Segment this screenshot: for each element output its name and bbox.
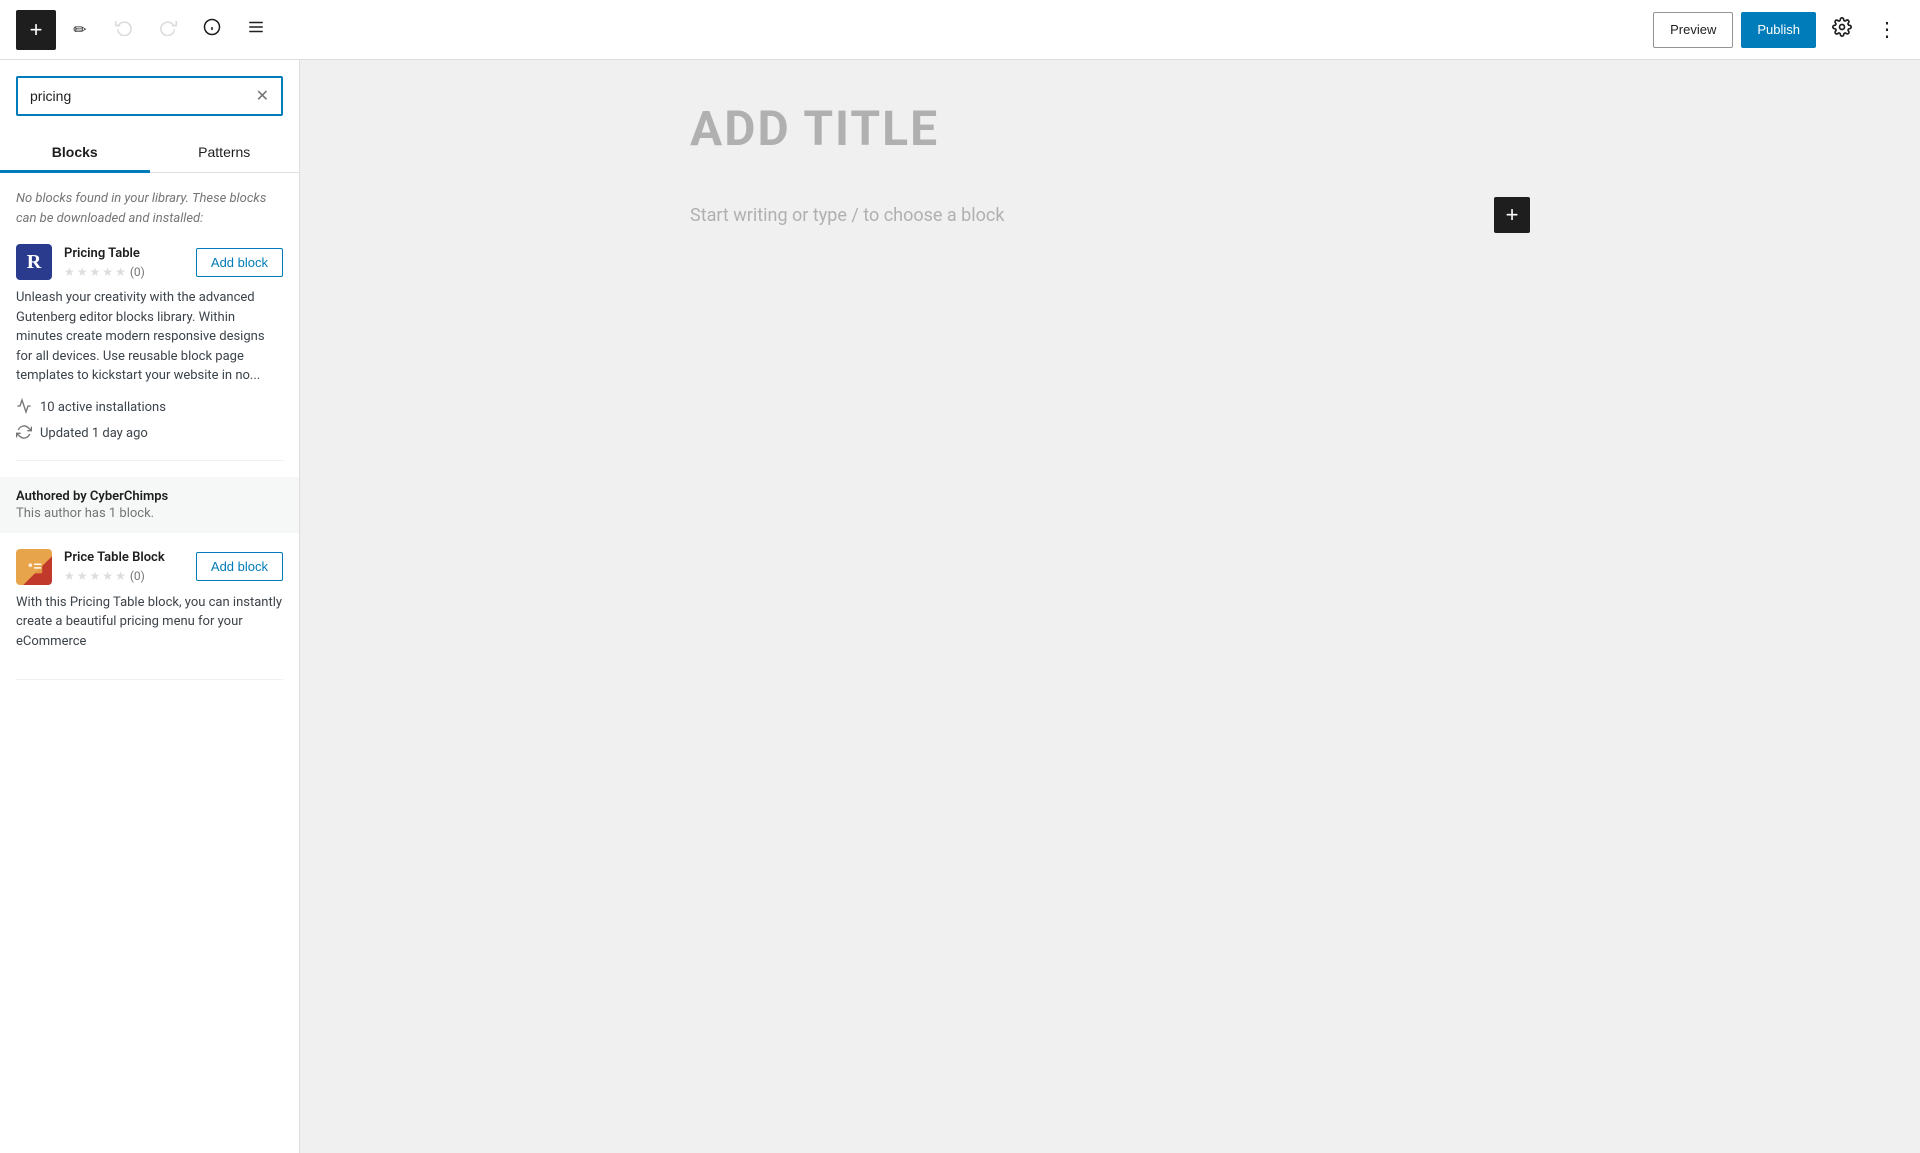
block-placeholder: Start writing or type / to choose a bloc… bbox=[690, 197, 1530, 233]
block-card-pricing-table: R Pricing Table ★ ★ ★ ★ ★ (0) Add block bbox=[16, 244, 283, 461]
tabs: Blocks Patterns bbox=[0, 132, 299, 173]
block-meta: 10 active installations Updated 1 day ag… bbox=[16, 398, 283, 444]
star-rating: ★ ★ ★ ★ ★ (0) bbox=[64, 265, 184, 279]
pencil-icon: ✏ bbox=[73, 20, 86, 40]
sidebar: ✕ Blocks Patterns No blocks found in you… bbox=[0, 60, 300, 1153]
editor-canvas: ADD TITLE Start writing or type / to cho… bbox=[690, 100, 1530, 1113]
settings-button[interactable] bbox=[1824, 12, 1860, 48]
add-block-button-pricing-table[interactable]: Add block bbox=[196, 248, 283, 277]
redo-button[interactable] bbox=[148, 10, 188, 50]
block-description: Unleash your creativity with the advance… bbox=[16, 288, 283, 386]
search-clear-button[interactable]: ✕ bbox=[256, 86, 269, 106]
star-2: ★ bbox=[77, 569, 88, 583]
block-description-2: With this Pricing Table block, you can i… bbox=[16, 593, 283, 652]
more-options-button[interactable]: ⋮ bbox=[1868, 12, 1904, 48]
post-title[interactable]: ADD TITLE bbox=[690, 100, 1530, 157]
author-name: Authored by CyberChimps bbox=[16, 489, 283, 504]
info-button[interactable] bbox=[192, 10, 232, 50]
search-input[interactable] bbox=[30, 88, 256, 104]
block-icon-price bbox=[16, 549, 52, 585]
rating-count: (0) bbox=[130, 265, 145, 279]
author-section: Authored by CyberChimps This author has … bbox=[0, 477, 299, 533]
add-block-canvas-button[interactable]: + bbox=[1494, 197, 1530, 233]
preview-button[interactable]: Preview bbox=[1653, 12, 1733, 48]
no-blocks-message: No blocks found in your library. These b… bbox=[16, 189, 283, 228]
block-card-header: R Pricing Table ★ ★ ★ ★ ★ (0) Add block bbox=[16, 244, 283, 280]
author-block-count: This author has 1 block. bbox=[16, 506, 283, 521]
placeholder-text: Start writing or type / to choose a bloc… bbox=[690, 205, 1004, 226]
redo-icon bbox=[159, 18, 177, 41]
toolbar: + ✏ bbox=[0, 0, 1920, 60]
active-installations: 10 active installations bbox=[16, 398, 283, 418]
star-4: ★ bbox=[102, 569, 113, 583]
star-4: ★ bbox=[102, 265, 113, 279]
edit-mode-button[interactable]: ✏ bbox=[60, 10, 100, 50]
block-info-2: Price Table Block ★ ★ ★ ★ ★ (0) bbox=[64, 550, 184, 583]
tab-patterns[interactable]: Patterns bbox=[150, 132, 300, 172]
search-area: ✕ bbox=[0, 60, 299, 132]
block-card-header-2: Price Table Block ★ ★ ★ ★ ★ (0) Add bloc… bbox=[16, 549, 283, 585]
vertical-dots-icon: ⋮ bbox=[1877, 17, 1895, 42]
plus-icon-canvas: + bbox=[1506, 204, 1519, 226]
block-name: Pricing Table bbox=[64, 246, 184, 261]
close-icon: ✕ bbox=[256, 86, 269, 106]
block-info: Pricing Table ★ ★ ★ ★ ★ (0) bbox=[64, 246, 184, 279]
star-3: ★ bbox=[90, 569, 101, 583]
chart-icon bbox=[16, 398, 32, 418]
toolbar-left: + ✏ bbox=[16, 10, 1653, 50]
star-1: ★ bbox=[64, 569, 75, 583]
installations-text: 10 active installations bbox=[40, 400, 166, 415]
updated-text: Updated 1 day ago bbox=[40, 426, 148, 441]
undo-button[interactable] bbox=[104, 10, 144, 50]
refresh-icon bbox=[16, 424, 32, 444]
undo-icon bbox=[115, 18, 133, 41]
last-updated: Updated 1 day ago bbox=[16, 424, 283, 444]
gear-icon bbox=[1832, 17, 1852, 42]
star-2: ★ bbox=[77, 265, 88, 279]
star-1: ★ bbox=[64, 265, 75, 279]
add-block-button-price-table-block[interactable]: Add block bbox=[196, 552, 283, 581]
block-icon-r: R bbox=[16, 244, 52, 280]
search-input-wrapper: ✕ bbox=[16, 76, 283, 116]
rating-count-2: (0) bbox=[130, 569, 145, 583]
block-card-price-table-block: Price Table Block ★ ★ ★ ★ ★ (0) Add bloc… bbox=[16, 549, 283, 681]
tools-icon bbox=[247, 18, 265, 41]
plus-icon: + bbox=[30, 17, 43, 43]
tools-button[interactable] bbox=[236, 10, 276, 50]
main-layout: ✕ Blocks Patterns No blocks found in you… bbox=[0, 60, 1920, 1153]
publish-button[interactable]: Publish bbox=[1741, 12, 1816, 48]
add-block-button[interactable]: + bbox=[16, 10, 56, 50]
block-name-2: Price Table Block bbox=[64, 550, 184, 565]
star-3: ★ bbox=[90, 265, 101, 279]
star-5: ★ bbox=[115, 569, 126, 583]
editor-area[interactable]: ADD TITLE Start writing or type / to cho… bbox=[300, 60, 1920, 1153]
toolbar-right: Preview Publish ⋮ bbox=[1653, 12, 1904, 48]
sidebar-content: No blocks found in your library. These b… bbox=[0, 173, 299, 1153]
star-5: ★ bbox=[115, 265, 126, 279]
info-icon bbox=[203, 18, 221, 41]
tab-blocks[interactable]: Blocks bbox=[0, 132, 150, 172]
star-rating-2: ★ ★ ★ ★ ★ (0) bbox=[64, 569, 184, 583]
